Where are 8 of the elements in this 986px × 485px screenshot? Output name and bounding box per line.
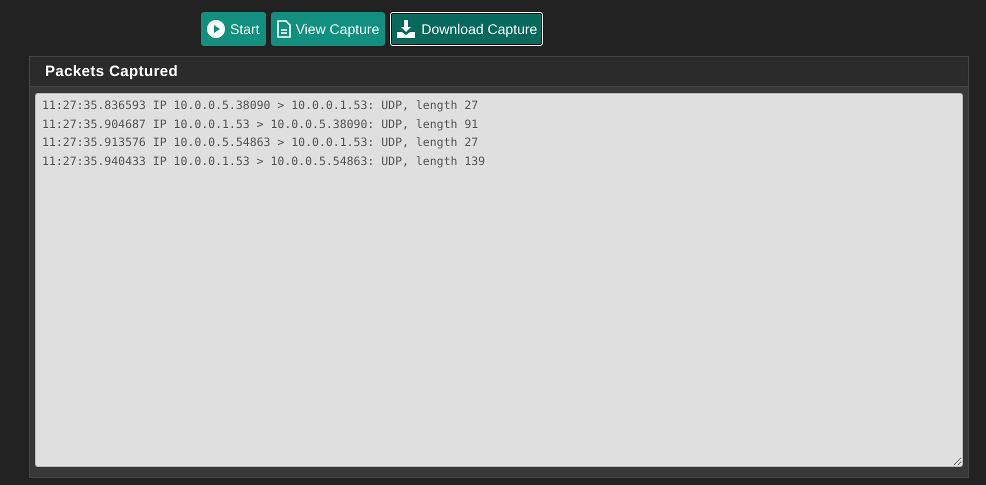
panel-title: Packets Captured — [45, 63, 178, 80]
toolbar-button[interactable]: Download Capture — [390, 12, 544, 46]
output-field[interactable]: 11:27:35.836593 IP 10.0.0.5.38090 > 10.0.0.1.53: UDP, length 27 11:27:35.904687 IP 10.0.0.1.53 > 10.0.0.5.38090: UDP, length 91 11:27:35.913576 IP 10.0.0.5.54863 > 10.0.0.1.53: UDP, length 27 11:27:35.940433 IP 10.0.0.1.53 > 10.0.0.5.54863: UDP, length 139 — [35, 93, 963, 467]
play-icon — [207, 20, 225, 38]
toolbar-button[interactable]: View Capture — [270, 12, 386, 46]
download-icon — [396, 20, 416, 38]
toolbar-button[interactable]: Start — [201, 12, 266, 46]
document-icon — [276, 20, 291, 38]
